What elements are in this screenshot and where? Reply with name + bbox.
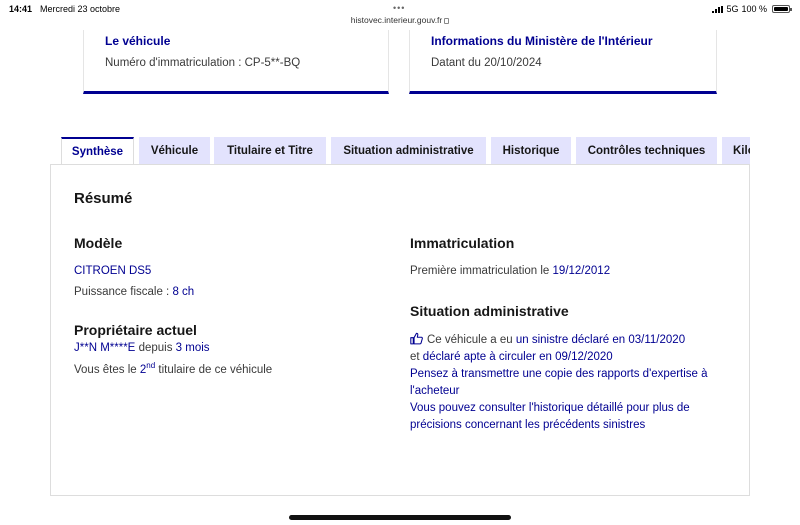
- status-time: 14:41: [9, 4, 33, 14]
- resume-title: Résumé: [74, 190, 133, 207]
- rank-sup: nd: [146, 361, 156, 370]
- rank-prefix: Vous êtes le: [74, 363, 137, 376]
- advice-historique-line-2[interactable]: précisions concernant les précédents sin…: [410, 417, 645, 434]
- immatriculation-date: 19/12/2012: [552, 265, 611, 277]
- tab-controles-techniques[interactable]: Contrôles techniques: [576, 137, 717, 165]
- tab-situation-administrative[interactable]: Situation administrative: [331, 137, 486, 165]
- situation-line-2: et déclaré apte à circuler en 09/12/2020: [410, 349, 613, 366]
- tab-vehicule[interactable]: Véhicule: [139, 137, 210, 165]
- depuis-label: depuis: [138, 342, 173, 354]
- ministere-card-title: Informations du Ministère de l'Intérieur: [431, 34, 653, 48]
- vehicle-card: Le véhicule Numéro d'immatriculation : C…: [83, 30, 389, 94]
- tab-historique[interactable]: Historique: [491, 137, 571, 165]
- more-dots-icon[interactable]: •••: [393, 3, 405, 13]
- status-date: Mercredi 23 octobre: [40, 4, 121, 14]
- lock-icon: [444, 18, 450, 24]
- modele-heading: Modèle: [74, 235, 123, 251]
- proprietaire-name: J**N M****E: [74, 342, 136, 354]
- tab-titulaire-titre[interactable]: Titulaire et Titre: [214, 137, 326, 165]
- address-bar[interactable]: histovec.interieur.gouv.fr: [0, 15, 800, 25]
- advice-historique-line-1[interactable]: Vous pouvez consulter l'historique détai…: [410, 400, 690, 417]
- tab-kilometrage[interactable]: Kilométrage: [722, 137, 750, 165]
- vehicle-card-title: Le véhicule: [105, 34, 171, 48]
- sinistre-link[interactable]: un sinistre déclaré en 03/11/2020: [516, 334, 685, 346]
- apte-circuler-link[interactable]: déclaré apte à circuler en 09/12/2020: [423, 351, 613, 363]
- tab-synthese[interactable]: Synthèse: [61, 137, 134, 165]
- puissance-label: Puissance fiscale :: [74, 286, 170, 298]
- address-url: histovec.interieur.gouv.fr: [350, 15, 443, 25]
- depuis-value: 3 mois: [175, 342, 210, 354]
- situation-heading: Situation administrative: [410, 303, 569, 319]
- network-label: 5G: [726, 4, 739, 14]
- status-indicators: 5G 100 %: [712, 4, 792, 14]
- titulaire-rank: Vous êtes le 2nd titulaire de ce véhicul…: [74, 357, 272, 379]
- puissance-fiscale: Puissance fiscale : 8 ch: [74, 284, 194, 301]
- home-indicator[interactable]: [289, 515, 511, 520]
- rank-suffix: titulaire de ce véhicule: [158, 363, 273, 376]
- signal-icon: [712, 5, 724, 13]
- vehicle-card-plate: Numéro d'immatriculation : CP-5**-BQ: [105, 57, 301, 69]
- battery-icon: [772, 5, 792, 13]
- report-tabs: Synthèse Véhicule Titulaire et Titre Sit…: [50, 137, 750, 165]
- situation-line-1-prefix: Ce véhicule a eu: [427, 334, 513, 346]
- synthese-panel: Résumé Modèle CITROEN DS5 Puissance fisc…: [50, 164, 750, 496]
- advice-expertise-line-1[interactable]: Pensez à transmettre une copie des rappo…: [410, 366, 708, 383]
- ios-status-bar: 14:41 Mercredi 23 octobre ••• histovec.i…: [0, 0, 800, 30]
- premiere-immatriculation: Première immatriculation le 19/12/2012: [410, 263, 610, 280]
- ministere-card: Informations du Ministère de l'Intérieur…: [409, 30, 717, 94]
- proprietaire-heading: Propriétaire actuel: [74, 322, 197, 338]
- proprietaire-line: J**N M****E depuis 3 mois: [74, 340, 210, 357]
- puissance-value: 8 ch: [172, 286, 195, 298]
- situation-line-2-prefix: et: [410, 351, 420, 363]
- immatriculation-label: Première immatriculation le: [410, 265, 550, 277]
- ministere-card-date: Datant du 20/10/2024: [431, 57, 542, 69]
- battery-label: 100 %: [741, 4, 767, 14]
- advice-expertise-line-2[interactable]: l'acheteur: [410, 383, 460, 400]
- immatriculation-heading: Immatriculation: [410, 235, 515, 251]
- rank-number: 2nd: [140, 361, 156, 376]
- modele-name: CITROEN DS5: [74, 265, 152, 277]
